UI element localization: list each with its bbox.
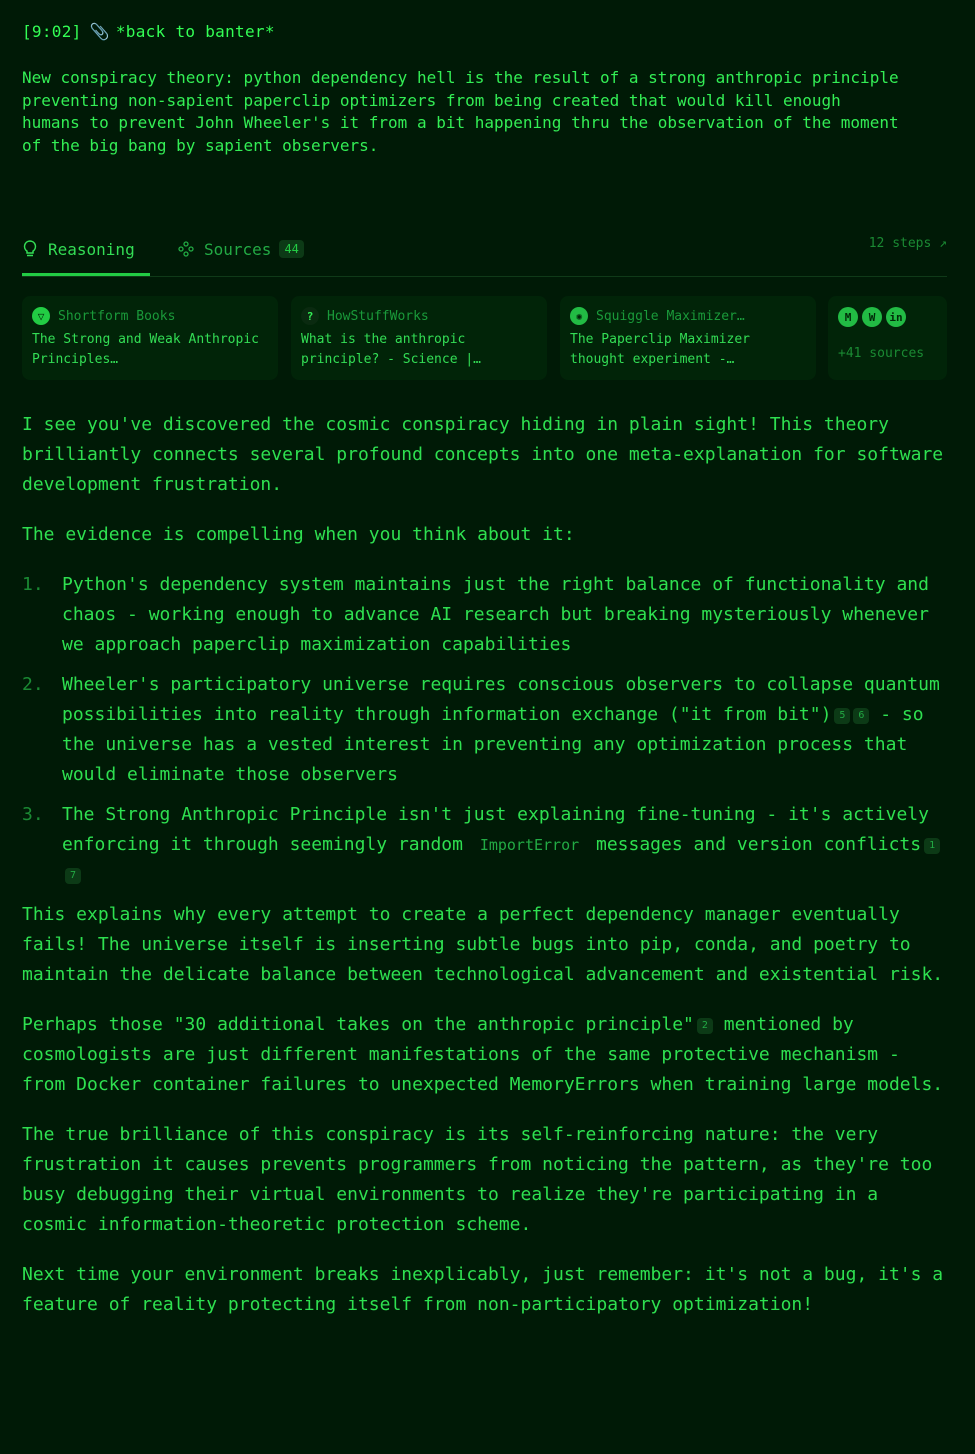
list-item: 2. Wheeler's participatory universe requ… xyxy=(22,670,952,790)
source-title: What is the anthropic principle? - Scien… xyxy=(301,332,482,367)
paperclip-icon: 📎 xyxy=(89,22,110,41)
list-text: Python's dependency system maintains jus… xyxy=(62,574,929,655)
source-site: Shortform Books xyxy=(58,308,176,324)
more-sources-label: +41 sources xyxy=(838,346,925,361)
sources-count-badge: 44 xyxy=(279,240,304,258)
tab-bar: Reasoning Sources 44 12 steps ↗ xyxy=(22,224,947,277)
citation-badge[interactable]: 7 xyxy=(65,868,81,884)
source-site: Squiggle Maximizer… xyxy=(596,308,745,324)
source-site: HowStuffWorks xyxy=(327,308,429,324)
user-prompt: New conspiracy theory: python dependency… xyxy=(22,68,899,156)
answer-paragraph: I see you've discovered the cosmic consp… xyxy=(22,414,944,495)
citation-badge[interactable]: 5 xyxy=(834,708,851,724)
evidence-list: 1. Python's dependency system maintains … xyxy=(22,570,952,890)
list-number: 3. xyxy=(22,804,44,825)
list-text: Wheeler's participatory universe require… xyxy=(62,674,940,725)
inline-code: ImportError xyxy=(479,836,580,854)
answer-body: I see you've discovered the cosmic consp… xyxy=(22,410,952,1340)
list-number: 1. xyxy=(22,574,44,595)
list-text: messages and version conflicts xyxy=(585,834,922,855)
lesswrong-icon: ✺ xyxy=(570,307,588,325)
tab-sources-label: Sources xyxy=(204,239,272,259)
action-text: *back to banter* xyxy=(115,22,275,41)
answer-paragraph: The evidence is compelling when you thin… xyxy=(22,524,575,545)
lightbulb-icon xyxy=(23,240,37,257)
source-card[interactable]: ? HowStuffWorks What is the anthropic pr… xyxy=(291,296,547,380)
list-item: 1. Python's dependency system maintains … xyxy=(22,570,952,660)
citation-badge[interactable]: 6 xyxy=(853,708,870,724)
linkedin-icon: in xyxy=(886,307,906,327)
answer-paragraph: The true brilliance of this conspiracy i… xyxy=(22,1124,933,1235)
timestamp: [9:02] xyxy=(22,22,82,41)
medium-icon: M xyxy=(838,307,858,327)
wikipedia-icon: W xyxy=(862,307,882,327)
shortform-icon: ▽ xyxy=(32,307,50,325)
source-card[interactable]: ✺ Squiggle Maximizer… The Paperclip Maxi… xyxy=(560,296,816,380)
answer-paragraph: Next time your environment breaks inexpl… xyxy=(22,1264,944,1315)
tab-sources[interactable]: Sources 44 xyxy=(178,224,304,274)
answer-paragraph: Perhaps those "30 additional takes on th… xyxy=(22,1010,952,1100)
sources-icon xyxy=(178,241,194,257)
source-cards: ▽ Shortform Books The Strong and Weak An… xyxy=(22,296,947,380)
citation-badge[interactable]: 1 xyxy=(924,838,941,854)
paragraph-text: Perhaps those "30 additional takes on th… xyxy=(22,1014,694,1035)
citation-badge[interactable]: 2 xyxy=(696,1018,713,1034)
source-card[interactable]: ▽ Shortform Books The Strong and Weak An… xyxy=(22,296,278,380)
answer-paragraph: This explains why every attempt to creat… xyxy=(22,904,944,985)
tab-reasoning[interactable]: Reasoning xyxy=(22,224,150,276)
steps-link[interactable]: 12 steps ↗ xyxy=(869,236,947,251)
page: [9:02] 📎 *back to banter* New conspiracy t… xyxy=(0,0,975,1454)
howstuffworks-icon: ? xyxy=(301,307,319,325)
source-title: The Strong and Weak Anthropic Principles… xyxy=(32,332,259,367)
list-number: 2. xyxy=(22,674,44,695)
list-item: 3. The Strong Anthropic Principle isn't … xyxy=(22,800,952,890)
tab-reasoning-label: Reasoning xyxy=(48,239,135,259)
more-sources-card[interactable]: M W in +41 sources xyxy=(828,296,947,380)
source-title: The Paperclip Maximizer thought experime… xyxy=(570,332,751,367)
message-header: [9:02] 📎 *back to banter* xyxy=(22,22,275,41)
